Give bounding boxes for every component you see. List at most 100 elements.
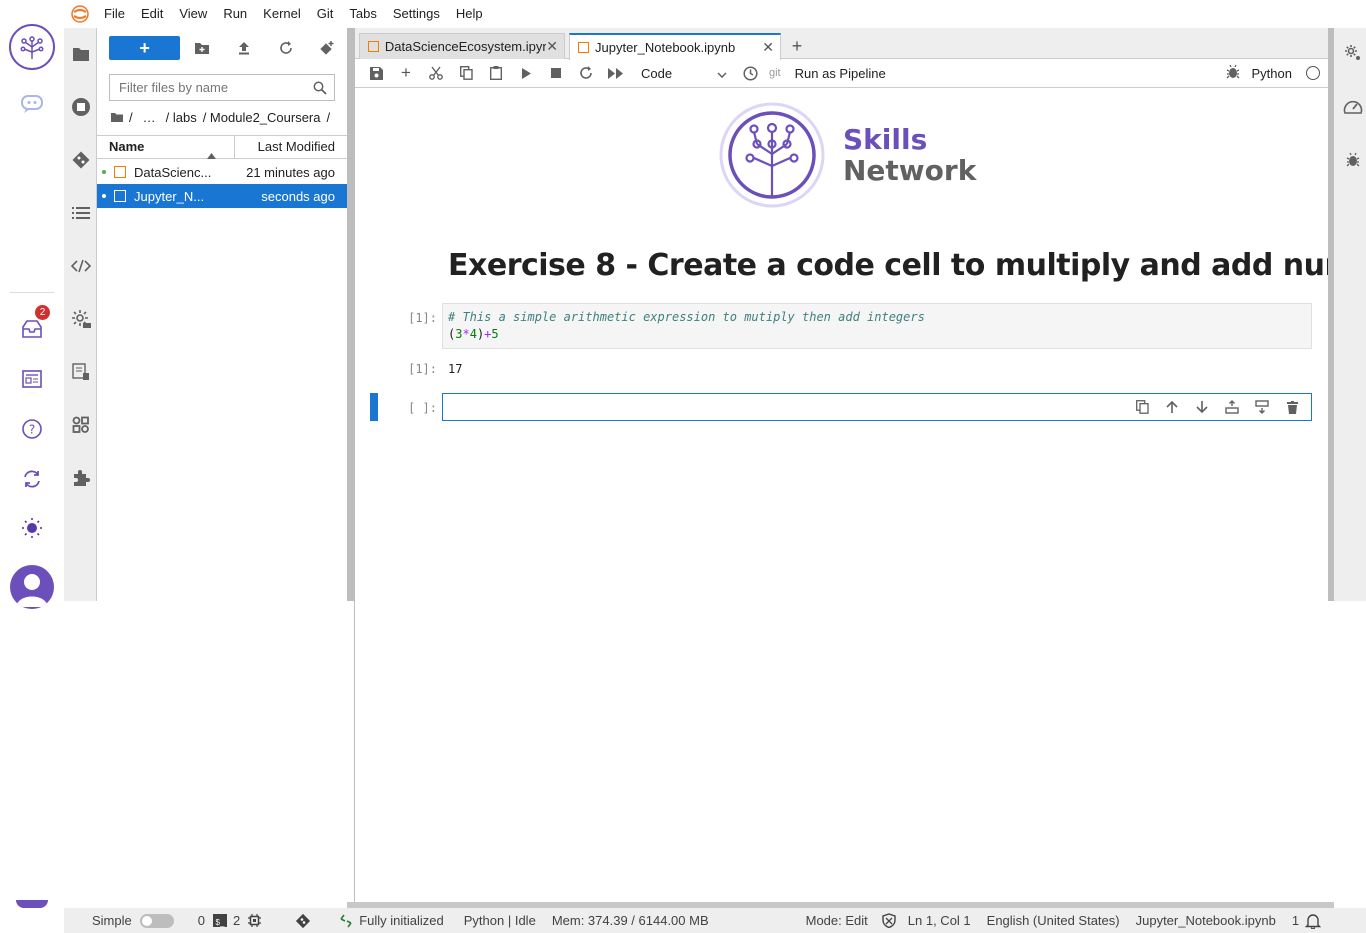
file-list-header: Name Last Modified bbox=[97, 135, 347, 159]
kernel-chip-icon[interactable] bbox=[248, 914, 262, 927]
filter-files-input[interactable] bbox=[110, 80, 313, 95]
insert-cell-icon[interactable]: + bbox=[391, 61, 421, 85]
file-browser: + / … / labs / Module2_Coursera / Name bbox=[97, 28, 347, 601]
left-activity-bar bbox=[64, 28, 97, 601]
active-cell-indicator bbox=[370, 393, 378, 421]
notebook-toolbar: + Code git Run as Pipeline Python bbox=[355, 59, 1328, 88]
git-status-icon[interactable] bbox=[295, 913, 311, 929]
menu-file[interactable]: File bbox=[96, 0, 133, 28]
restart-kernel-icon[interactable] bbox=[571, 61, 601, 85]
kernel-name[interactable]: Python bbox=[1252, 66, 1292, 81]
tab-jupyter-notebook[interactable]: Jupyter_Notebook.ipynb ✕ bbox=[569, 33, 781, 60]
running-indicator bbox=[102, 194, 106, 198]
column-modified-header[interactable]: Last Modified bbox=[235, 136, 347, 158]
help-icon[interactable]: ? bbox=[12, 409, 52, 449]
skills-network-logo-icon[interactable] bbox=[9, 24, 55, 70]
menu-kernel[interactable]: Kernel bbox=[255, 0, 309, 28]
git-clone-icon[interactable] bbox=[307, 36, 347, 60]
property-inspector-gear-icon[interactable] bbox=[1340, 40, 1366, 66]
property-inspector-icon[interactable] bbox=[67, 305, 94, 332]
column-name-label: Name bbox=[109, 139, 145, 154]
code-cell-input[interactable]: # This a simple arithmetic expression to… bbox=[442, 303, 1312, 349]
code-snippets-icon[interactable] bbox=[67, 252, 94, 279]
run-as-pipeline-button[interactable]: Run as Pipeline bbox=[795, 66, 886, 81]
extension-manager-icon[interactable] bbox=[67, 464, 94, 491]
git-diff-label[interactable]: git bbox=[769, 67, 781, 79]
notebook-tools-icon[interactable] bbox=[67, 358, 94, 385]
restart-run-all-icon[interactable] bbox=[601, 61, 631, 85]
menu-git[interactable]: Git bbox=[309, 0, 342, 28]
breadcrumb-home-icon[interactable] bbox=[111, 110, 123, 125]
menu-help[interactable]: Help bbox=[448, 0, 491, 28]
git-icon[interactable] bbox=[67, 146, 94, 173]
duplicate-cell-icon[interactable] bbox=[1127, 396, 1157, 418]
new-launcher-button[interactable]: + bbox=[109, 36, 181, 60]
news-icon[interactable] bbox=[12, 359, 52, 399]
debugger-bug-icon[interactable] bbox=[1340, 147, 1366, 173]
menu-settings[interactable]: Settings bbox=[385, 0, 448, 28]
language-setting[interactable]: English (United States) bbox=[987, 913, 1120, 928]
interrupt-kernel-icon[interactable] bbox=[541, 61, 571, 85]
menu-tabs[interactable]: Tabs bbox=[341, 0, 384, 28]
cell-type-select[interactable]: Code bbox=[641, 66, 727, 81]
search-icon bbox=[313, 81, 327, 95]
paste-icon[interactable] bbox=[481, 61, 511, 85]
code-comment: # This a simple arithmetic expression to… bbox=[448, 310, 925, 324]
user-avatar[interactable] bbox=[10, 565, 54, 609]
sync-icon[interactable] bbox=[12, 459, 52, 499]
filter-files-field[interactable] bbox=[109, 74, 335, 101]
folder-icon[interactable] bbox=[67, 40, 94, 67]
menu-view[interactable]: View bbox=[171, 0, 215, 28]
running-indicator bbox=[102, 170, 106, 174]
lsp-status-text[interactable]: Fully initialized bbox=[359, 913, 444, 928]
breadcrumb-module2[interactable]: / Module2_Coursera bbox=[203, 110, 321, 125]
upload-icon[interactable] bbox=[224, 36, 264, 60]
panel-splitter[interactable] bbox=[347, 28, 355, 601]
move-down-icon[interactable] bbox=[1187, 396, 1217, 418]
bell-icon[interactable] bbox=[1305, 913, 1322, 929]
file-row[interactable]: DataScienc... 21 minutes ago bbox=[97, 160, 347, 184]
copy-icon[interactable] bbox=[451, 61, 481, 85]
run-cell-icon[interactable] bbox=[511, 61, 541, 85]
insert-below-icon[interactable] bbox=[1247, 396, 1277, 418]
debugger-icon[interactable] bbox=[1226, 64, 1240, 83]
notebook-tab-icon bbox=[578, 42, 589, 53]
lsp-status-icon[interactable] bbox=[339, 914, 353, 928]
insert-above-icon[interactable] bbox=[1217, 396, 1247, 418]
tab-datascience-ecosystem[interactable]: DataScienceEcosystem.ipyn ✕ bbox=[359, 33, 565, 59]
menu-run[interactable]: Run bbox=[215, 0, 255, 28]
kernel-status-text[interactable]: Python | Idle bbox=[464, 913, 536, 928]
chat-assistant-icon[interactable] bbox=[12, 84, 52, 124]
notebook-file-icon bbox=[114, 166, 126, 178]
active-code-cell-input[interactable] bbox=[442, 393, 1312, 421]
new-tab-button[interactable]: + bbox=[785, 35, 809, 57]
breadcrumb-ellipsis[interactable]: … bbox=[143, 110, 156, 125]
widgets-icon[interactable] bbox=[67, 411, 94, 438]
close-icon[interactable]: ✕ bbox=[546, 38, 558, 55]
resource-usage-gauge-icon[interactable] bbox=[1340, 94, 1366, 120]
cursor-position[interactable]: Ln 1, Col 1 bbox=[908, 913, 971, 928]
running-sessions-icon[interactable] bbox=[67, 93, 94, 120]
new-folder-icon[interactable] bbox=[182, 36, 222, 60]
breadcrumb-root[interactable]: / bbox=[129, 110, 133, 125]
table-of-contents-icon[interactable] bbox=[67, 199, 94, 226]
cut-icon[interactable] bbox=[421, 61, 451, 85]
menu-edit[interactable]: Edit bbox=[133, 0, 171, 28]
file-row-selected[interactable]: Jupyter_N... seconds ago bbox=[97, 184, 347, 208]
move-up-icon[interactable] bbox=[1157, 396, 1187, 418]
column-name-header[interactable]: Name bbox=[97, 136, 235, 159]
trusted-icon[interactable] bbox=[882, 913, 896, 928]
chevron-down-icon bbox=[717, 66, 727, 81]
delete-cell-icon[interactable] bbox=[1277, 396, 1307, 418]
refresh-icon[interactable] bbox=[266, 36, 306, 60]
breadcrumb-labs[interactable]: / labs bbox=[166, 110, 197, 125]
inbox-icon[interactable]: 2 bbox=[12, 305, 52, 349]
notification-count: 1 bbox=[1291, 913, 1300, 928]
clock-icon[interactable] bbox=[735, 61, 765, 85]
save-icon[interactable] bbox=[361, 61, 391, 85]
close-icon[interactable]: ✕ bbox=[762, 39, 774, 56]
simple-mode-toggle[interactable] bbox=[139, 913, 174, 928]
theme-toggle-icon[interactable] bbox=[12, 508, 52, 548]
terminal-icon[interactable]: $_ bbox=[212, 914, 227, 927]
editor-mode[interactable]: Mode: Edit bbox=[806, 913, 868, 928]
